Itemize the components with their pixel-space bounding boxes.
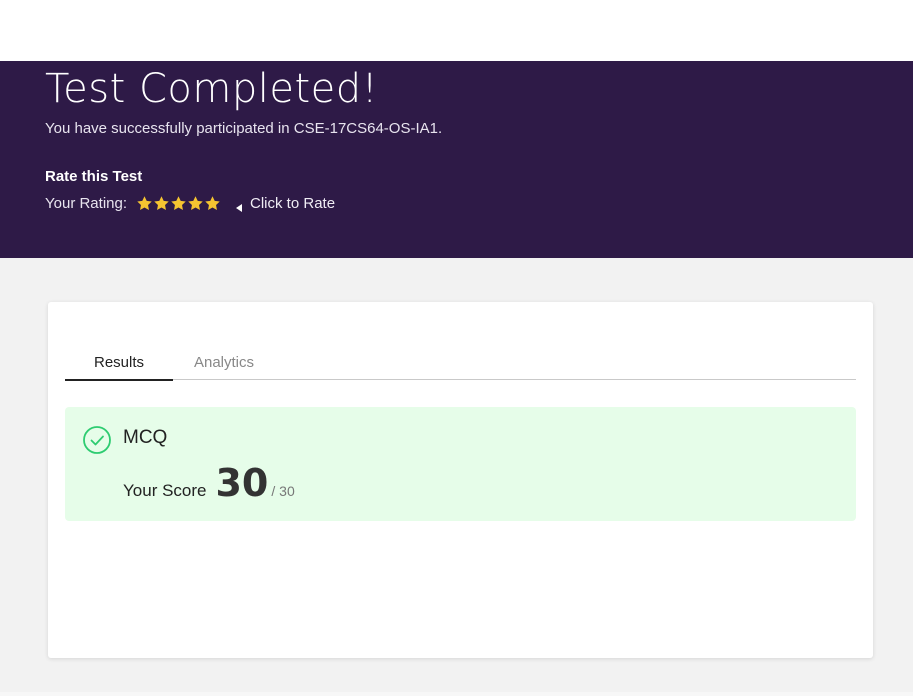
star-icon[interactable]	[187, 195, 204, 212]
result-tabs: Results Analytics	[65, 346, 856, 381]
star-icon[interactable]	[153, 195, 170, 212]
click-to-rate-link[interactable]: Click to Rate	[250, 195, 335, 212]
section-name: MCQ	[123, 427, 168, 448]
bottom-strip	[0, 692, 913, 696]
rate-heading: Rate this Test	[45, 168, 143, 185]
tab-results[interactable]: Results	[65, 346, 173, 381]
star-icon[interactable]	[170, 195, 187, 212]
star-rating[interactable]	[136, 195, 221, 212]
completion-message: You have successfully participated in CS…	[45, 120, 443, 137]
check-circle-icon	[82, 425, 112, 455]
score-value: 30	[215, 461, 269, 505]
section-score-panel: MCQ Your Score 30 / 30	[65, 407, 856, 521]
completion-banner: Test Completed! You have successfully pa…	[0, 61, 913, 258]
rating-row: Your Rating: Click to Rate	[45, 193, 335, 213]
tab-analytics[interactable]: Analytics	[173, 346, 275, 380]
star-icon[interactable]	[204, 195, 221, 212]
top-bar	[0, 0, 913, 61]
star-icon[interactable]	[136, 195, 153, 212]
score-row: Your Score 30 / 30	[123, 461, 295, 505]
score-label: Your Score	[123, 481, 207, 500]
results-card: Results Analytics MCQ Your Score 30 / 30	[48, 302, 873, 658]
caret-left-icon	[236, 199, 243, 212]
page-title: Test Completed!	[45, 66, 379, 112]
score-total: / 30	[271, 483, 295, 499]
rating-label: Your Rating:	[45, 194, 128, 212]
